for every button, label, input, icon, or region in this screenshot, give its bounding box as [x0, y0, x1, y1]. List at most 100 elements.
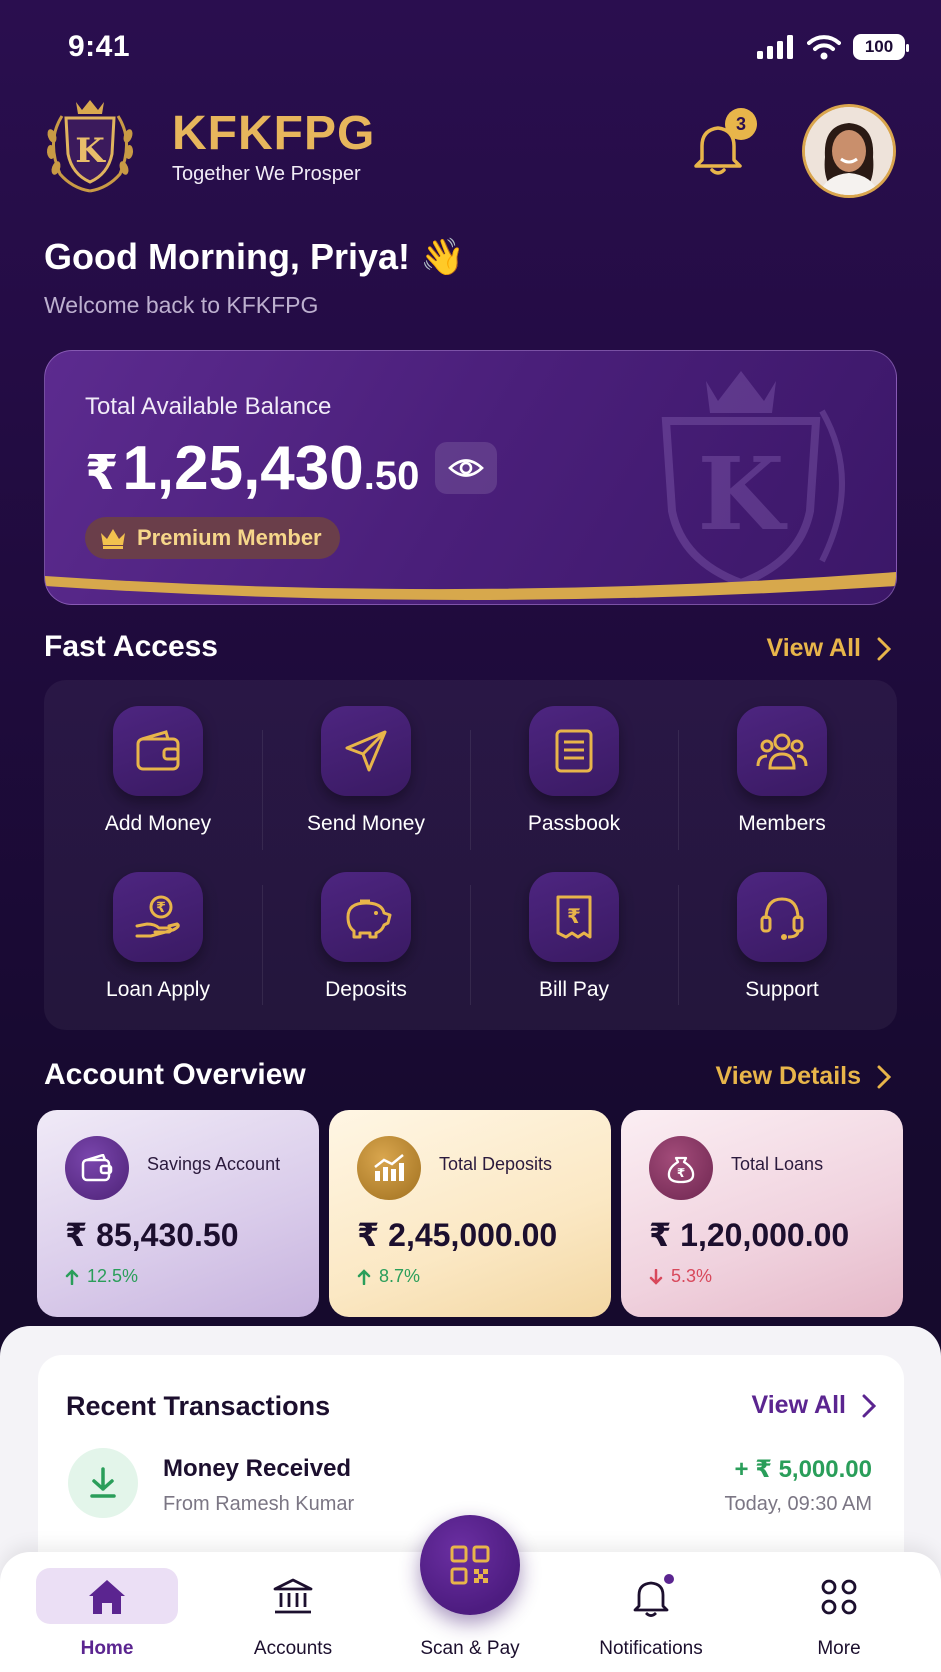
send-icon	[321, 706, 411, 796]
recent-transactions-title: Recent Transactions	[66, 1391, 331, 1421]
arrow-up-icon	[357, 1268, 371, 1285]
money-bag-icon: ₹	[649, 1136, 713, 1200]
quick-action-label: Bill Pay	[538, 978, 610, 1001]
bank-icon	[270, 1574, 316, 1620]
savings-account-card[interactable]: Savings Account ₹ 85,430.50 12.5%	[37, 1110, 319, 1317]
view-details-label: View Details	[715, 1062, 861, 1090]
svg-text:₹: ₹	[156, 900, 166, 916]
account-card-change-value: 5.3%	[671, 1266, 713, 1286]
crown-icon	[101, 529, 125, 549]
status-bar: 9:41 100	[0, 0, 941, 96]
account-card-amount: ₹ 2,45,000.00	[357, 1217, 558, 1253]
balance-card: K Total Available Balance ₹1,25,430.50 P…	[44, 350, 897, 605]
divider	[470, 885, 471, 1005]
toggle-balance-visibility-button[interactable]	[435, 442, 497, 494]
account-card-amount: ₹ 1,20,000.00	[649, 1217, 850, 1253]
passbook-icon	[529, 706, 619, 796]
transactions-view-all-label: View All	[751, 1391, 846, 1419]
quick-action-label: Members	[738, 812, 826, 835]
account-overview-view-details-link[interactable]: View Details	[716, 1062, 891, 1091]
account-card-change: 12.5%	[65, 1266, 138, 1287]
cellular-signal-icon	[757, 35, 793, 59]
balance-currency: ₹	[85, 447, 119, 500]
divider	[470, 730, 471, 850]
wallet-icon	[113, 706, 203, 796]
wifi-icon	[807, 35, 841, 60]
quick-action-label: Add Money	[104, 812, 212, 835]
quick-action-bill-pay[interactable]: ₹ Bill Pay	[472, 872, 672, 1022]
account-card-change: 5.3%	[649, 1266, 712, 1287]
more-grid-icon	[816, 1574, 862, 1620]
qr-code-icon	[450, 1545, 490, 1585]
total-loans-card[interactable]: ₹ Total Loans ₹ 1,20,000.00 5.3%	[621, 1110, 903, 1317]
scan-pay-button[interactable]	[420, 1515, 520, 1615]
total-deposits-card[interactable]: Total Deposits ₹ 2,45,000.00 8.7%	[329, 1110, 611, 1317]
quick-action-support[interactable]: Support	[680, 872, 880, 1022]
transaction-amount: + ₹ 5,000.00	[734, 1456, 872, 1483]
brand-name: KFKFPG	[172, 107, 376, 160]
divider	[262, 885, 263, 1005]
balance-amount-decimal: .50	[363, 454, 420, 498]
chevron-right-icon	[862, 1394, 876, 1417]
members-icon	[737, 706, 827, 796]
chevron-right-icon	[877, 1065, 891, 1088]
growth-chart-icon	[357, 1136, 421, 1200]
quick-action-passbook[interactable]: Passbook	[472, 706, 672, 856]
account-card-change-value: 8.7%	[379, 1266, 421, 1286]
premium-member-badge: Premium Member	[85, 517, 340, 559]
transaction-name: Money Received	[163, 1455, 352, 1482]
quick-action-label: Send Money	[307, 812, 425, 835]
nav-label: More	[817, 1638, 861, 1659]
quick-action-members[interactable]: Members	[680, 706, 880, 856]
card-gold-edge	[45, 572, 896, 600]
nav-item-notifications[interactable]: Notifications	[576, 1552, 726, 1672]
divider	[678, 885, 679, 1005]
svg-text:₹: ₹	[677, 1166, 685, 1180]
notification-count-badge: 3	[725, 108, 757, 140]
account-card-change-value: 12.5%	[87, 1266, 139, 1286]
quick-action-send-money[interactable]: Send Money	[264, 706, 464, 856]
home-icon	[84, 1574, 130, 1620]
chevron-right-icon	[877, 637, 891, 660]
balance-amount: ₹1,25,430.50	[85, 433, 419, 504]
battery-indicator: 100	[853, 34, 909, 60]
divider	[678, 730, 679, 850]
nav-item-home[interactable]: Home	[32, 1552, 182, 1672]
balance-amount-main: 1,25,430	[122, 434, 364, 503]
fast-access-view-all-link[interactable]: View All	[767, 634, 891, 663]
eye-icon	[448, 459, 484, 477]
piggy-bank-icon	[321, 872, 411, 962]
quick-action-label: Passbook	[527, 812, 621, 835]
brand-logo-emblem: K	[42, 96, 138, 196]
profile-avatar[interactable]	[802, 104, 896, 198]
divider	[262, 730, 263, 850]
quick-action-deposits[interactable]: Deposits	[264, 872, 464, 1022]
greeting-subtitle: Welcome back to KFKFPG	[44, 292, 319, 318]
account-overview-title: Account Overview	[44, 1058, 306, 1091]
account-card-amount: ₹ 85,430.50	[65, 1217, 239, 1253]
quick-action-add-money[interactable]: Add Money	[56, 706, 256, 856]
loan-hand-icon: ₹	[113, 872, 203, 962]
watermark-letter: K	[698, 435, 788, 553]
account-card-title: Savings Account	[147, 1154, 281, 1174]
quick-action-label: Deposits	[325, 978, 407, 1001]
status-icons: 100	[757, 34, 909, 60]
nav-item-more[interactable]: More	[764, 1552, 914, 1672]
fast-access-title: Fast Access	[44, 630, 218, 663]
premium-badge-label: Premium Member	[137, 525, 322, 550]
wallet-icon	[65, 1136, 129, 1200]
arrow-down-icon	[649, 1268, 663, 1285]
account-card-change: 8.7%	[357, 1266, 420, 1287]
nav-label: Scan & Pay	[420, 1638, 520, 1659]
nav-label: Home	[80, 1638, 134, 1659]
notification-dot	[664, 1574, 674, 1584]
fast-access-view-all-label: View All	[766, 634, 861, 662]
bill-icon: ₹	[529, 872, 619, 962]
brand-tagline: Together We Prosper	[172, 163, 361, 185]
transactions-view-all-link[interactable]: View All	[752, 1391, 876, 1420]
balance-label: Total Available Balance	[85, 393, 332, 420]
nav-item-accounts[interactable]: Accounts	[218, 1552, 368, 1672]
arrow-up-icon	[65, 1268, 79, 1285]
transaction-time: Today, 09:30 AM	[724, 1493, 873, 1515]
quick-action-loan-apply[interactable]: ₹ Loan Apply	[56, 872, 256, 1022]
